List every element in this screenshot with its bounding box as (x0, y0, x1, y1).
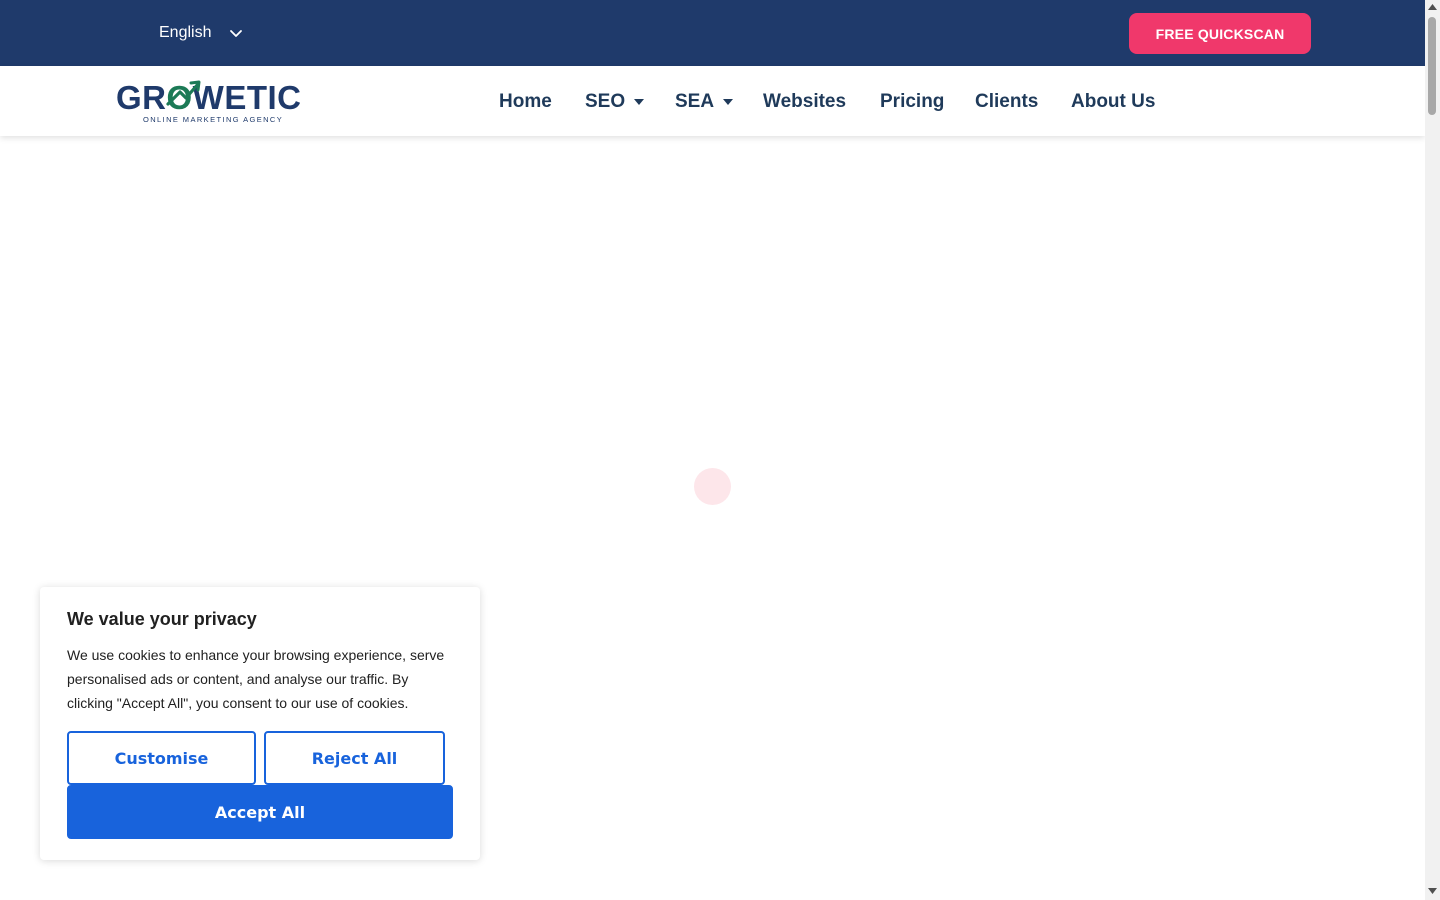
reject-all-button[interactable]: Reject All (264, 731, 445, 785)
caret-down-icon (634, 99, 645, 105)
nav-item-websites[interactable]: Websites (763, 90, 846, 114)
growetic-logo[interactable]: GROWETIC ONLINE MARKETING AGENCY (116, 76, 301, 128)
scroll-down-arrow-icon[interactable] (1427, 886, 1438, 896)
free-quickscan-button[interactable]: FREE QUICKSCAN (1129, 13, 1311, 54)
logo-tagline: ONLINE MARKETING AGENCY (143, 115, 284, 124)
language-select[interactable]: English (159, 20, 243, 46)
nav-item-home[interactable]: Home (499, 90, 552, 114)
scrollbar-thumb[interactable] (1428, 17, 1436, 115)
nav-item-about-us[interactable]: About Us (1071, 90, 1155, 114)
language-label: English (159, 24, 212, 41)
cookie-description: We use cookies to enhance your browsing … (67, 647, 445, 711)
top-bar: English FREE QUICKSCAN (0, 0, 1425, 66)
main-navbar: GROWETIC ONLINE MARKETING AGENCY Home SE… (0, 66, 1425, 136)
accept-all-button[interactable]: Accept All (67, 785, 453, 839)
scrollbar-track[interactable] (1425, 0, 1440, 900)
growth-arrow-icon (166, 80, 201, 106)
chevron-down-icon (230, 30, 243, 37)
nav-item-seo[interactable]: SEO (585, 90, 645, 114)
nav-item-pricing[interactable]: Pricing (880, 90, 944, 114)
nav-item-clients[interactable]: Clients (975, 90, 1038, 114)
cookie-title: We value your privacy (67, 609, 257, 629)
scroll-up-arrow-icon[interactable] (1427, 2, 1438, 12)
customise-button[interactable]: Customise (67, 731, 256, 785)
cookie-consent-banner: We value your privacy We use cookies to … (40, 587, 480, 860)
caret-down-icon (723, 99, 734, 105)
loading-spinner (694, 468, 731, 505)
nav-item-sea[interactable]: SEA (675, 90, 734, 114)
logo-wordmark: GROWETIC (116, 79, 302, 116)
